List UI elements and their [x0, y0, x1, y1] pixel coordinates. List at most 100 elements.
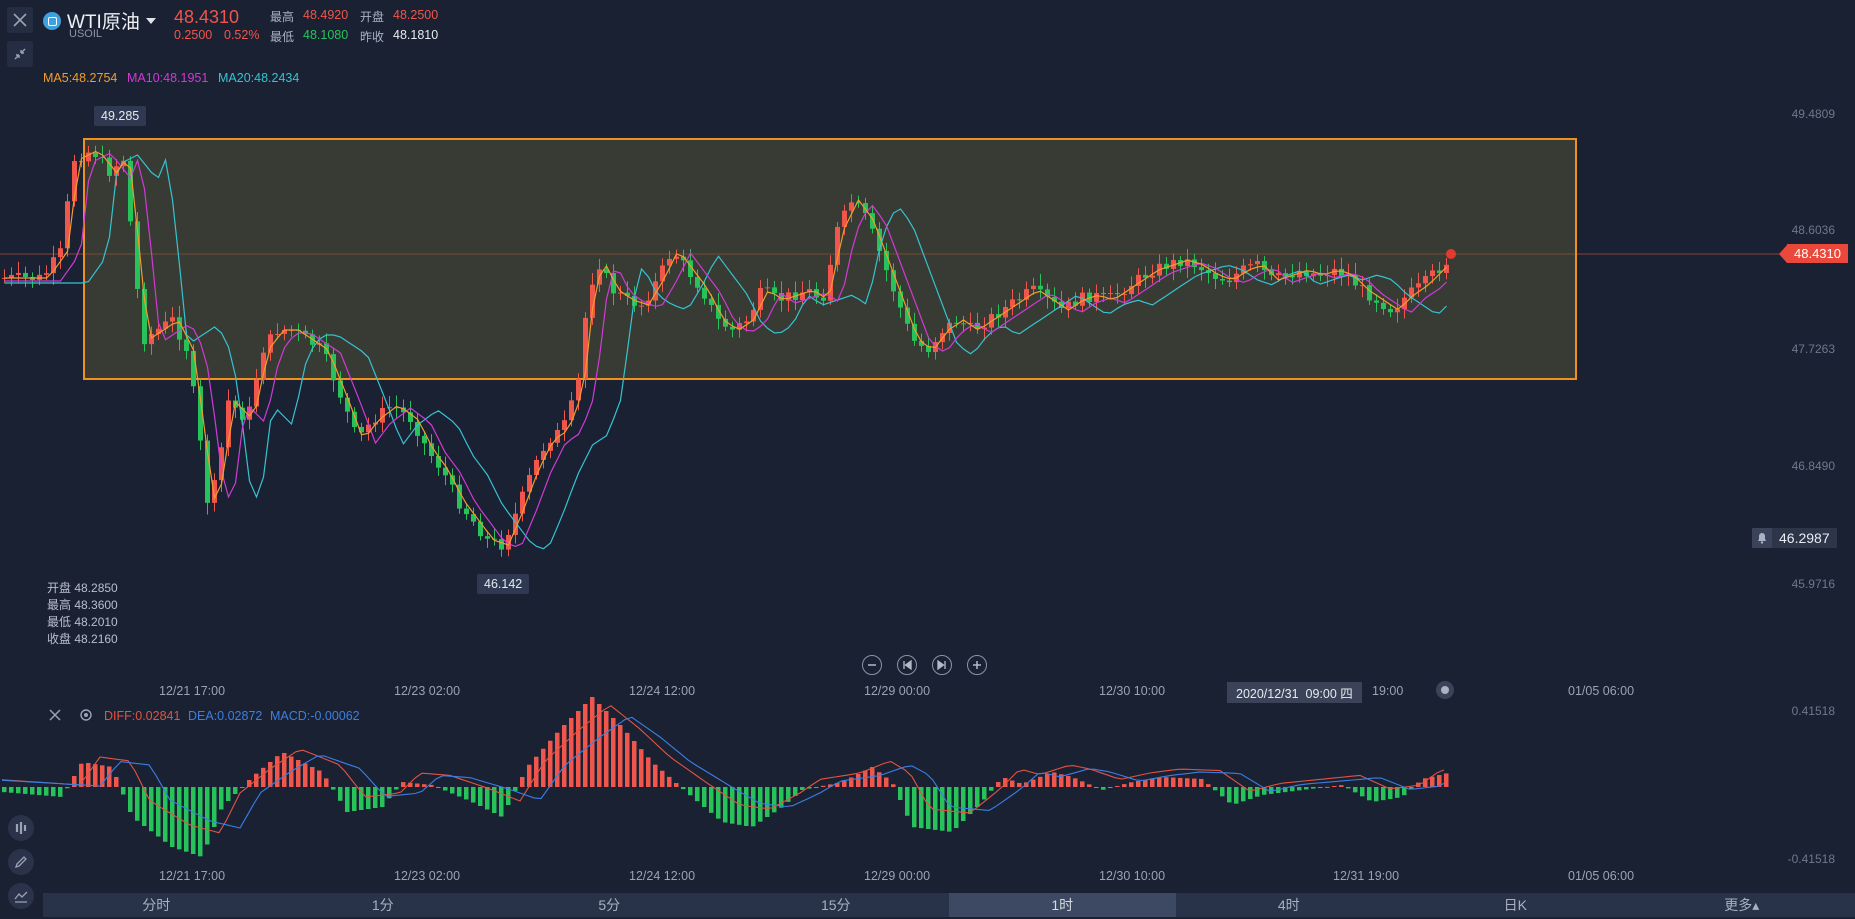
draw-tool-button[interactable] [8, 849, 34, 875]
macd-bar [1136, 781, 1141, 787]
candle-body [1017, 299, 1022, 301]
max-price-tooltip: 49.285 [94, 106, 147, 126]
macd-bar [1360, 787, 1365, 797]
macd-bar [93, 764, 98, 787]
zoom-out-button[interactable] [862, 655, 882, 675]
macd-bar [1066, 776, 1071, 787]
macd-bar [842, 781, 847, 787]
macd-bar [352, 787, 357, 811]
macd-bar [23, 787, 28, 794]
record-icon[interactable] [1436, 681, 1454, 699]
candle-body [450, 475, 455, 485]
macd-bar [1297, 787, 1302, 791]
macd-bar [471, 787, 476, 803]
macd-bar [226, 787, 231, 801]
macd-bar [1045, 774, 1050, 787]
timeframe-tab-active[interactable]: 1时 [949, 893, 1176, 917]
close-indicator-button[interactable] [48, 708, 62, 727]
candle-body [772, 287, 777, 294]
candle-body [1248, 264, 1253, 266]
candle-body [1374, 300, 1379, 303]
timeframe-tab[interactable]: 1分 [270, 893, 497, 917]
macd-bar [779, 787, 784, 808]
candle-body [1416, 283, 1421, 288]
price-chart[interactable] [0, 0, 1855, 919]
gear-icon [80, 709, 92, 721]
zoom-in-button[interactable] [967, 655, 987, 675]
indicator-tool-button[interactable] [8, 815, 34, 841]
macd-bar [72, 776, 77, 787]
line-chart-button[interactable] [8, 883, 34, 909]
candle-body [702, 287, 707, 299]
macd-bar [863, 770, 868, 787]
macd-bar [674, 783, 679, 787]
macd-x-axis-label: 12/29 00:00 [864, 869, 931, 883]
x-axis-label: 19:00 [1372, 684, 1404, 698]
scroll-end-button[interactable] [932, 655, 952, 675]
candle-body [170, 317, 175, 322]
x-axis-label: 12/30 10:00 [1099, 684, 1166, 698]
macd-bar [205, 787, 210, 845]
macd-y-top: 0.41518 [1791, 704, 1835, 718]
skip-back-icon [903, 660, 912, 670]
scroll-start-button[interactable] [897, 655, 917, 675]
macd-x-axis-label: 12/21 17:00 [159, 869, 226, 883]
bell-icon [1752, 528, 1772, 548]
price-alert[interactable]: 46.2987 [1752, 528, 1837, 548]
timeframe-tab[interactable]: 分时 [43, 893, 270, 917]
timeframe-tab[interactable]: 4时 [1176, 893, 1403, 917]
macd-bar [9, 787, 14, 793]
ohlc-low: 最低 48.2010 [47, 615, 118, 629]
ohlc-close: 收盘 48.2160 [47, 632, 118, 646]
last-price-dot [1446, 249, 1456, 259]
macd-bar [1108, 787, 1113, 788]
candle-body [23, 272, 28, 277]
macd-x-axis-label: 12/30 10:00 [1099, 869, 1166, 883]
candlestick-icon [15, 822, 27, 834]
indicator-settings-button[interactable] [79, 708, 93, 727]
macd-bar [1087, 784, 1092, 787]
macd-bar [583, 704, 588, 787]
candle-body [1199, 267, 1204, 271]
timeframe-tab[interactable]: 日K [1402, 893, 1629, 917]
macd-bar [233, 787, 238, 794]
candle-body [1031, 285, 1036, 290]
macd-bar [44, 787, 49, 796]
macd-bar [1038, 776, 1043, 787]
candle-body [44, 273, 49, 275]
macd-bar [1255, 787, 1260, 797]
macd-bar [1178, 777, 1183, 787]
macd-bar [324, 778, 329, 787]
close-icon [49, 709, 61, 721]
macd-bar [898, 787, 903, 800]
x-axis-label: 01/05 06:00 [1568, 684, 1635, 698]
y-axis-label: 48.6036 [1791, 223, 1835, 237]
candle-body [961, 323, 966, 325]
macd-bar [1353, 787, 1358, 793]
macd-bar [219, 787, 224, 810]
timeframe-tab[interactable]: 15分 [723, 893, 950, 917]
macd-bar [723, 787, 728, 823]
timeframe-tab[interactable]: 5分 [496, 893, 723, 917]
macd-bar [1388, 787, 1393, 799]
macd-bar [912, 787, 917, 828]
candle-body [436, 455, 441, 468]
macd-bar [1430, 776, 1435, 787]
macd-bar [184, 787, 189, 852]
timeframe-more-tab[interactable]: 更多▴ [1629, 893, 1855, 917]
macd-bar [905, 787, 910, 816]
macd-diff-label: DIFF:0.02841 [104, 709, 181, 723]
candle-body [184, 339, 189, 351]
y-axis-label: 45.9716 [1791, 577, 1835, 591]
macd-bar [947, 787, 952, 832]
macd-bar [366, 787, 371, 809]
macd-bar [933, 787, 938, 830]
macd-bar [1220, 787, 1225, 797]
macd-bar [296, 760, 301, 787]
macd-bar [478, 787, 483, 806]
macd-bar [548, 740, 553, 787]
candle-body [765, 287, 770, 289]
macd-bar [1073, 778, 1078, 787]
macd-bar [436, 787, 441, 788]
macd-bar [996, 782, 1001, 787]
